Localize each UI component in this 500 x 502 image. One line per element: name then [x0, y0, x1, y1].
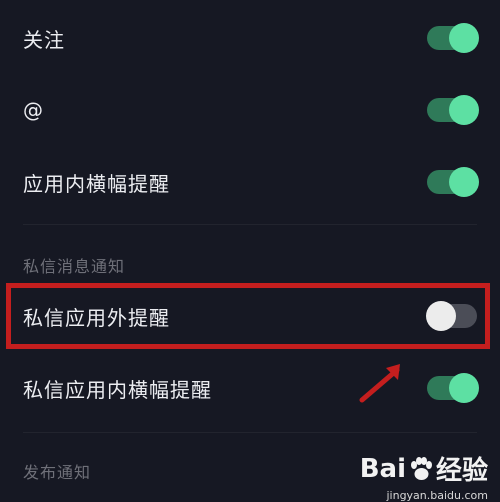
setting-row-follow[interactable]: 关注 [0, 18, 500, 58]
setting-label-dm-in-app-banner: 私信应用内横幅提醒 [23, 377, 212, 402]
baidu-paw-icon [410, 456, 432, 480]
section-divider [23, 432, 477, 433]
setting-label-follow: 关注 [23, 27, 65, 52]
section-divider [23, 224, 477, 225]
highlight-box [6, 283, 490, 349]
toggle-dm-in-app-banner[interactable] [427, 373, 479, 403]
toggle-follow[interactable] [427, 23, 479, 53]
setting-row-mention[interactable]: @ [0, 90, 500, 130]
watermark-logo: Bai 经验 [360, 450, 488, 487]
setting-row-in-app-banner[interactable]: 应用内横幅提醒 [0, 162, 500, 202]
toggle-knob [449, 95, 479, 125]
toggle-knob [449, 373, 479, 403]
toggle-knob [449, 167, 479, 197]
watermark-logo-right: 经验 [435, 456, 488, 486]
section-title-private-messages: 私信消息通知 [23, 257, 126, 276]
toggle-in-app-banner[interactable] [427, 167, 479, 197]
watermark-url: jingyan.baidu.com [386, 489, 488, 502]
section-title-publish: 发布通知 [23, 463, 92, 482]
setting-label-mention: @ [23, 98, 44, 122]
watermark-logo-left: Bai [359, 453, 406, 484]
toggle-knob [449, 23, 479, 53]
baidu-jingyan-watermark: Bai 经验 jingyan.baidu.com [360, 450, 488, 502]
toggle-mention[interactable] [427, 95, 479, 125]
setting-row-dm-in-app-banner[interactable]: 私信应用内横幅提醒 [0, 368, 500, 408]
setting-label-in-app-banner: 应用内横幅提醒 [23, 171, 170, 196]
